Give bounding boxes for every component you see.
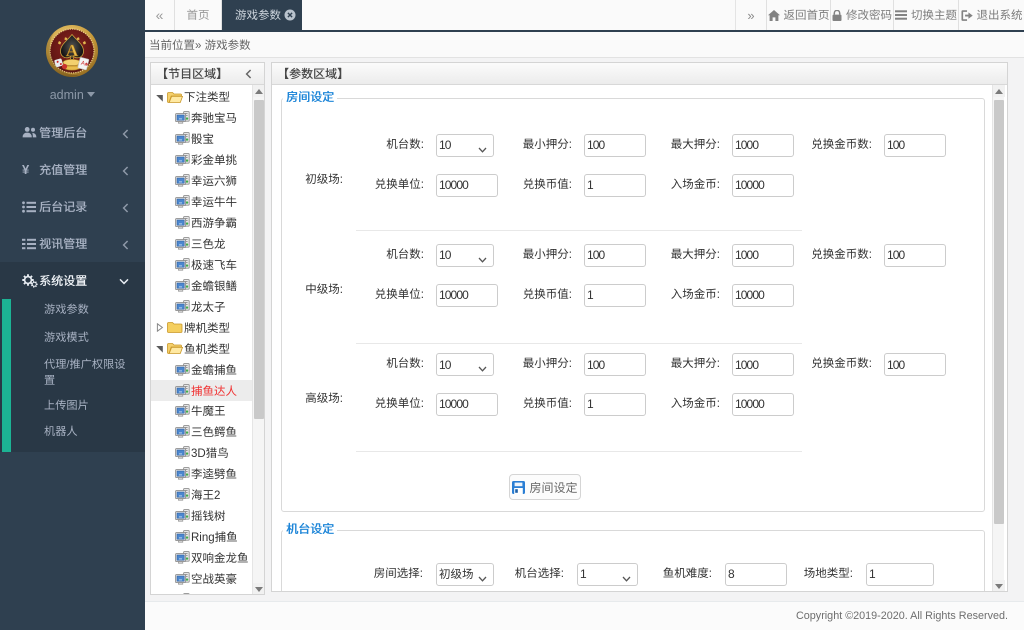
svg-text:A: A xyxy=(66,41,79,60)
